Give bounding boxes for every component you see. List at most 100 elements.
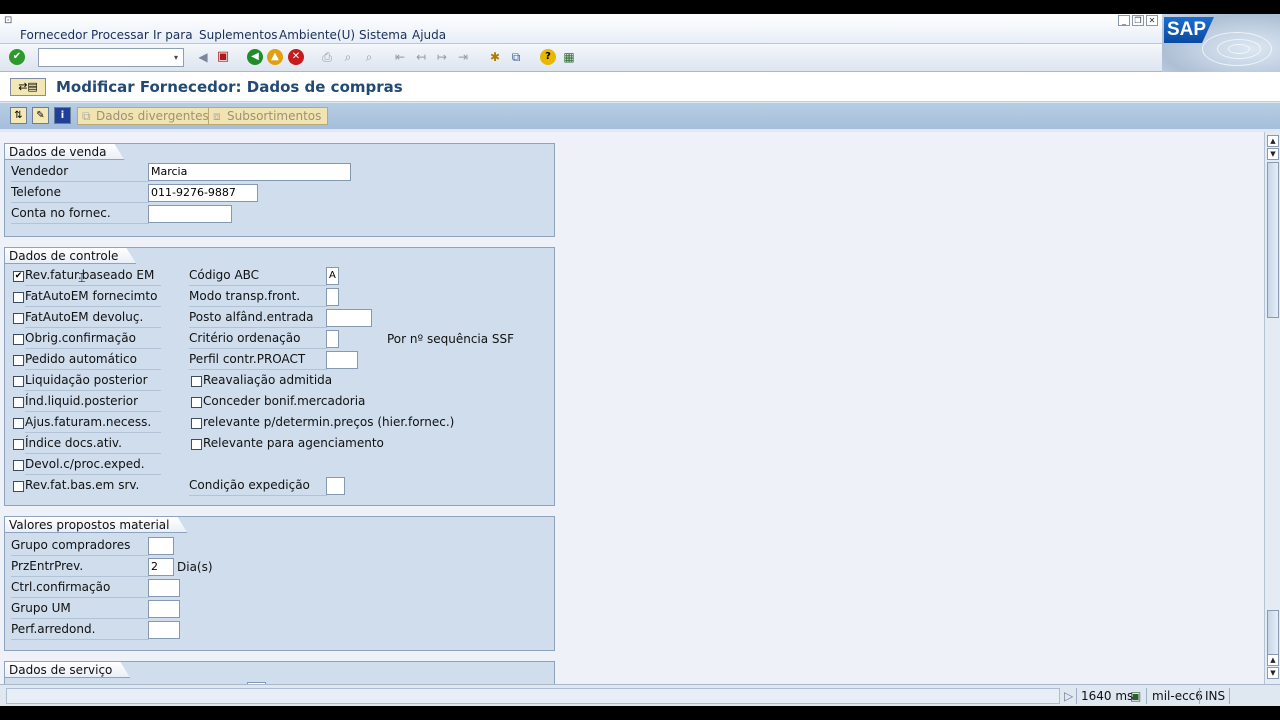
group-title: Valores propostos material <box>5 517 187 533</box>
menu-processar[interactable]: Processar <box>91 28 149 42</box>
cancel-icon[interactable]: ✕ <box>288 49 304 65</box>
command-field[interactable]: ▾ <box>38 48 184 67</box>
checkbox-relevante-agenciamento[interactable] <box>191 439 202 450</box>
checkbox-devol-proc-exped[interactable] <box>13 460 24 471</box>
checkbox-relevante-precos[interactable] <box>191 418 202 429</box>
divergent-data-icon: ⧉ <box>82 109 91 123</box>
checkbox-rev-fat-bas-srv[interactable] <box>13 481 24 492</box>
grupo-um-input[interactable] <box>148 600 180 618</box>
status-expand-icon[interactable]: ▷ <box>1064 688 1073 704</box>
print-icon[interactable]: ⎙ <box>319 49 335 65</box>
checkbox-indice-docs-ativ[interactable] <box>13 439 24 450</box>
shortcut-icon[interactable]: ⧉ <box>508 49 524 65</box>
layout-icon[interactable]: ▦ <box>561 49 577 65</box>
scroll-up-icon[interactable]: ▲ <box>1267 654 1279 666</box>
checkbox-liquidacao-posterior[interactable] <box>13 376 24 387</box>
codigo-abc-input[interactable]: A <box>326 267 339 285</box>
checkbox-label: Devol.c/proc.exped. <box>25 455 161 475</box>
perfil-proact-input[interactable] <box>326 351 358 369</box>
checkbox-label: Rev.fatur.baseado EM <box>25 266 161 286</box>
grupo-compradores-label: Grupo compradores <box>11 536 149 556</box>
info-icon[interactable]: i <box>54 107 71 124</box>
ctrl-confirmacao-input[interactable] <box>148 579 180 597</box>
save-icon[interactable]: ▣ <box>215 49 231 65</box>
first-page-icon[interactable]: ⇤ <box>392 49 408 65</box>
screen-toggle-icon[interactable]: ⇄▤ <box>10 78 46 96</box>
exit-icon[interactable]: ▲ <box>267 49 283 65</box>
close-icon[interactable]: ✕ <box>1146 15 1158 26</box>
menu-sistema[interactable]: Sistema <box>359 28 407 42</box>
subsortimentos-button[interactable]: ⧈ Subsortimentos <box>208 107 329 125</box>
perf-arredond-label: Perf.arredond. <box>11 620 149 640</box>
menu-fornecedor[interactable]: Fornecedor <box>20 28 87 42</box>
display-change-icon[interactable]: ✎ <box>32 107 49 124</box>
window-controls: _ ❐ ✕ <box>1118 15 1158 27</box>
restore-icon[interactable]: ❐ <box>1132 15 1144 26</box>
ctrl-confirmacao-label: Ctrl.confirmação <box>11 578 149 598</box>
checkbox-conceder-bonif[interactable] <box>191 397 202 408</box>
mouse-cursor-icon: ⌶ <box>78 271 86 286</box>
conta-fornec-input[interactable] <box>148 205 232 223</box>
other-vendor-icon[interactable]: ⇅ <box>10 107 27 124</box>
checkmark-icon[interactable]: ✔ <box>9 49 25 65</box>
status-insert-mode: INS <box>1205 689 1226 703</box>
posto-alfand-input[interactable] <box>326 309 372 327</box>
chevron-down-icon[interactable]: ▾ <box>170 50 182 65</box>
next-page-icon[interactable]: ↦ <box>434 49 450 65</box>
condicao-expedicao-label: Condição expedição <box>189 476 327 496</box>
menu-ir-para[interactable]: Ir para <box>153 28 193 42</box>
checkbox-label: Índ.liquid.posterior <box>25 392 161 412</box>
vertical-scrollbar[interactable]: ▲ ▼ ▲ ▼ <box>1264 132 1280 684</box>
prev-page-icon[interactable]: ↤ <box>413 49 429 65</box>
minimize-icon[interactable]: _ <box>1118 15 1130 26</box>
checkbox-rev-fatur-em[interactable]: ✔ <box>13 271 24 282</box>
system-menu-icon[interactable]: ⊡ <box>4 15 18 26</box>
scroll-down-icon[interactable]: ▼ <box>1267 148 1279 160</box>
green-back-icon[interactable]: ◀ <box>247 49 263 65</box>
checkbox-label: FatAutoEM devoluç. <box>25 308 161 328</box>
checkbox-ind-liquid-posterior[interactable] <box>13 397 24 408</box>
checkbox-reavaliacao-admitida[interactable] <box>191 376 202 387</box>
checkbox-label: relevante p/determin.preços (hier.fornec… <box>203 415 455 429</box>
telefone-input[interactable]: 011-9276-9887 <box>148 184 258 202</box>
back-icon[interactable]: ◀ <box>195 49 211 65</box>
checkbox-label: FatAutoEM fornecimto <box>25 287 161 307</box>
last-page-icon[interactable]: ⇥ <box>455 49 471 65</box>
menu-suplementos[interactable]: Suplementos <box>199 28 278 42</box>
vendedor-input[interactable]: Marcia <box>148 163 351 181</box>
checkbox-fatautoem-devoluc[interactable] <box>13 313 24 324</box>
modo-transp-input[interactable] <box>326 288 339 306</box>
find-next-icon[interactable]: ⌕ <box>361 49 377 65</box>
checkbox-label: Pedido automático <box>25 350 161 370</box>
scroll-up-icon[interactable]: ▲ <box>1267 135 1279 147</box>
find-icon[interactable]: ⌕ <box>340 49 356 65</box>
checkbox-fatautoem-fornecimto[interactable] <box>13 292 24 303</box>
help-icon[interactable]: ? <box>540 49 556 65</box>
group-valores-material: Valores propostos material Grupo comprad… <box>4 516 555 651</box>
criterio-ordenacao-input[interactable] <box>326 330 339 348</box>
checkbox-label: Reavaliação admitida <box>203 373 333 387</box>
menu-bar: ⊡ Fornecedor Processar Ir para Suplement… <box>0 14 1280 44</box>
menu-ajuda[interactable]: Ajuda <box>412 28 446 42</box>
checkbox-label: Índice docs.ativ. <box>25 434 161 454</box>
checkbox-ajus-faturam[interactable] <box>13 418 24 429</box>
status-separator <box>1199 688 1200 704</box>
status-server-icon[interactable]: ▣ <box>1130 688 1141 704</box>
checkbox-pedido-automatico[interactable] <box>13 355 24 366</box>
checkbox-obrig-confirmacao[interactable] <box>13 334 24 345</box>
page-title: Modificar Fornecedor: Dados de compras <box>56 78 403 96</box>
menu-ambiente[interactable]: Ambiente(U) <box>279 28 355 42</box>
condicao-expedicao-input[interactable] <box>326 477 345 495</box>
grupo-um-label: Grupo UM <box>11 599 149 619</box>
sap-logo: SAP <box>1162 14 1280 72</box>
dados-divergentes-button[interactable]: ⧉ Dados divergentes <box>77 107 216 125</box>
perf-arredond-input[interactable] <box>148 621 180 639</box>
scroll-thumb[interactable] <box>1267 162 1279 318</box>
grupo-compradores-input[interactable] <box>148 537 174 555</box>
conta-fornec-label: Conta no fornec. <box>11 204 149 224</box>
scroll-down-icon[interactable]: ▼ <box>1267 667 1279 679</box>
sub-range-icon: ⧈ <box>213 109 221 123</box>
przentrprev-input[interactable]: 2 <box>148 558 174 576</box>
application-toolbar: ⇅ ✎ i ⧉ Dados divergentes ⧈ Subsortimentos <box>0 103 1280 129</box>
new-session-icon[interactable]: ✱ <box>487 49 503 65</box>
